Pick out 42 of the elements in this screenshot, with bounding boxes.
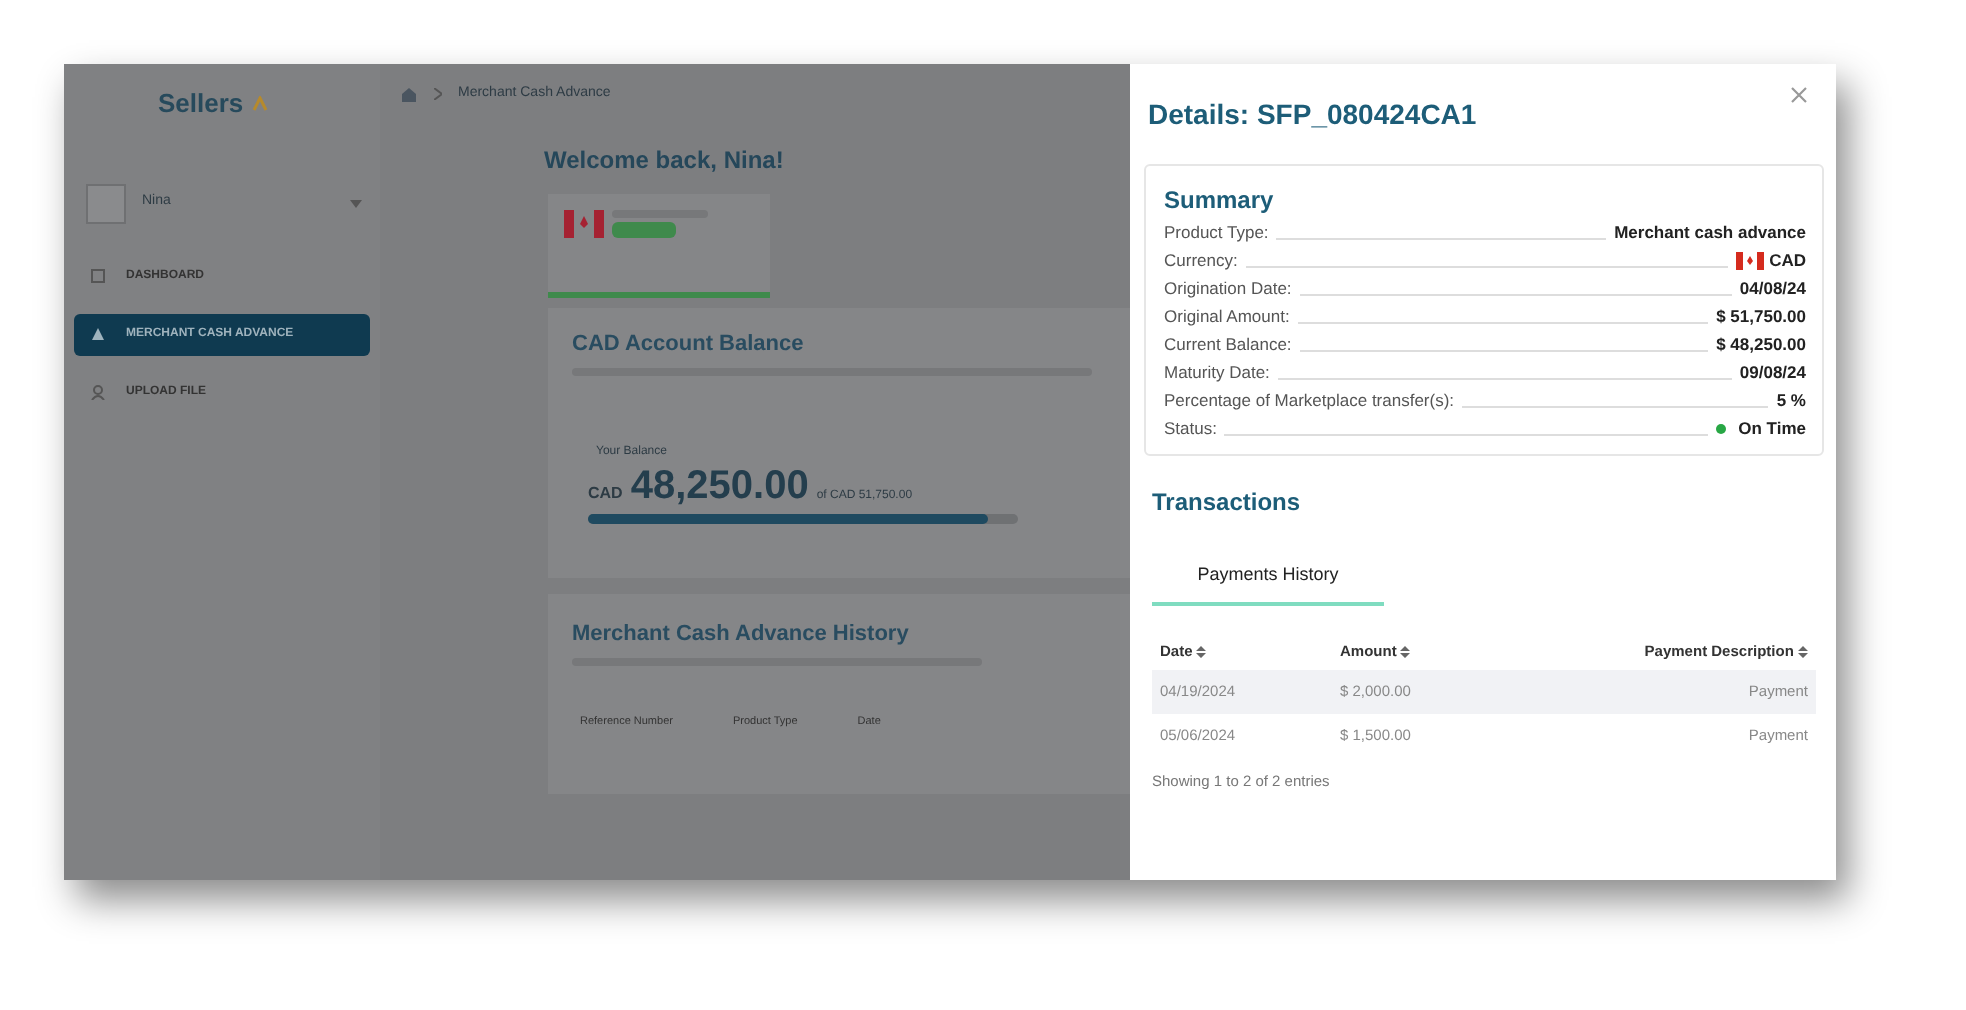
currency-label: CAD — [588, 482, 623, 506]
field-value: 09/08/24 — [1739, 360, 1806, 386]
field-value: On Time — [1738, 416, 1806, 442]
field-label: Maturity Date: — [1164, 360, 1270, 386]
transactions-title: Transactions — [1152, 486, 1303, 520]
field-label: Origination Date: — [1164, 276, 1292, 302]
avatar-icon — [86, 183, 126, 223]
field-label: Product Type: — [1164, 220, 1269, 246]
field-label: Current Balance: — [1164, 332, 1292, 358]
field-value: $ 51,750.00 — [1716, 304, 1806, 330]
account-card[interactable] — [548, 193, 770, 297]
balance-amount: 48,250.00 — [630, 466, 809, 506]
sort-icon[interactable] — [1400, 645, 1411, 658]
nav-icon — [90, 384, 106, 400]
sort-icon[interactable] — [1196, 645, 1207, 658]
tab[interactable]: Payments History — [1152, 562, 1384, 605]
field-value: 5 % — [1776, 388, 1806, 414]
field-label: Percentage of Marketplace transfer(s): — [1164, 388, 1455, 414]
nav-icon — [90, 326, 106, 342]
field-value: 04/08/24 — [1739, 276, 1806, 302]
chevron-icon — [434, 88, 442, 101]
summary-title: Summary — [1164, 184, 1276, 218]
canada-flag-icon — [564, 209, 604, 237]
welcome-heading: Welcome back, Nina! — [544, 143, 786, 177]
field-label: Original Amount: — [1164, 304, 1290, 330]
field-value: $ 48,250.00 — [1716, 332, 1806, 358]
field-value: CAD — [1769, 248, 1806, 274]
home-icon[interactable] — [400, 85, 418, 104]
field-value: Merchant cash advance — [1614, 220, 1806, 246]
status-pill — [612, 221, 676, 237]
logo-text: Sellers — [158, 86, 244, 122]
field-label: Status: — [1164, 416, 1217, 442]
caret-icon[interactable] — [350, 199, 362, 207]
sort-icon[interactable] — [1798, 645, 1808, 658]
panel-title: Details: SFP_080424CA1 — [1148, 96, 1477, 134]
field-label: Currency: — [1164, 248, 1238, 274]
canada-flag-icon — [1735, 252, 1764, 271]
nav-icon — [90, 268, 106, 284]
card-title: Merchant Cash Advance History — [572, 619, 911, 649]
close-icon[interactable] — [1790, 86, 1808, 105]
card-title: CAD Account Balance — [572, 329, 806, 359]
logo-icon — [251, 95, 268, 112]
